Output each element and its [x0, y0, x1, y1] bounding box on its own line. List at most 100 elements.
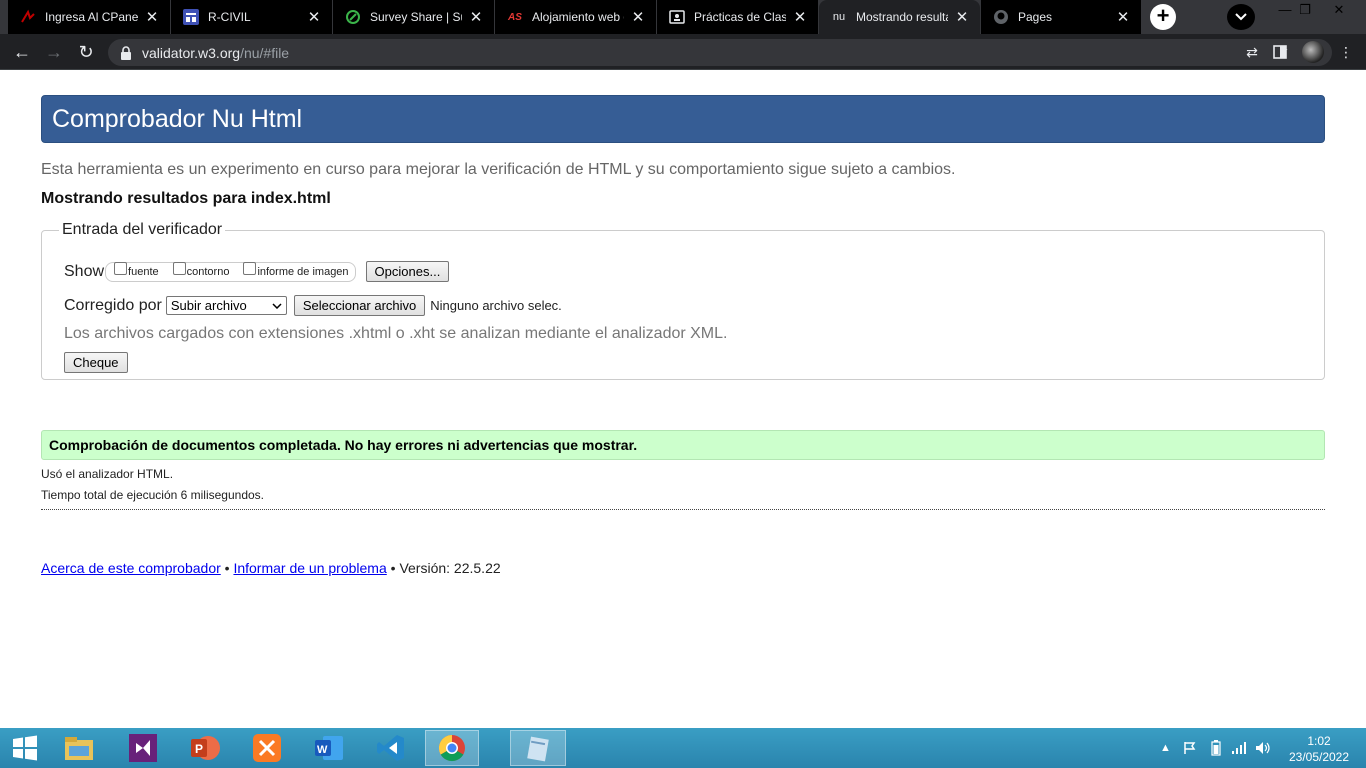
file-explorer-icon[interactable] [52, 730, 106, 766]
new-tab-button[interactable]: + [1150, 4, 1176, 30]
tab-title: Prácticas de Clase [694, 10, 786, 24]
intro-text: Esta herramienta es un experimento en cu… [41, 161, 956, 178]
tab-title: Ingresa Al CPanel [45, 10, 138, 24]
powerpoint-icon[interactable]: P [178, 730, 232, 766]
tab-survey-share[interactable]: Survey Share | Sur ✕ [333, 0, 494, 34]
browser-toolbar: ← → ↻ validator.w3.org/nu/#file ⇄ ⇪ ☆ ⋮ [0, 34, 1366, 70]
page-title: Comprobador Nu Html [41, 95, 1325, 143]
surveyshare-icon [345, 9, 361, 25]
vscode-icon[interactable] [364, 730, 418, 766]
separator: • [390, 560, 396, 576]
system-clock[interactable]: 1:02 23/05/2022 [1286, 733, 1352, 765]
close-window-icon[interactable]: ✕ [1322, 0, 1356, 20]
close-icon[interactable]: ✕ [954, 8, 970, 26]
tab-title: Survey Share | Sur [370, 10, 462, 24]
side-panel-icon[interactable] [1268, 40, 1292, 64]
tab-practicas[interactable]: Prácticas de Clase ✕ [657, 0, 818, 34]
choose-file-button[interactable]: Seleccionar archivo [293, 295, 426, 316]
results-heading: Mostrando resultados para index.html [41, 190, 331, 207]
tab-alojamiento[interactable]: AS Alojamiento web g ✕ [495, 0, 656, 34]
checkbox-label: contorno [186, 265, 230, 278]
parser-note: Usó el analizador HTML. [41, 467, 174, 481]
options-button[interactable]: Opciones... [365, 261, 450, 282]
select-value: Subir archivo [170, 298, 247, 313]
cpanel-icon [20, 9, 36, 25]
success-message: Comprobación de documentos completada. N… [41, 430, 1325, 460]
lock-icon [121, 45, 131, 60]
as-icon: AS [508, 11, 522, 23]
checkbox-informe-imagen[interactable] [243, 262, 257, 275]
clock-date: 23/05/2022 [1288, 750, 1350, 764]
close-icon[interactable]: ✕ [144, 8, 160, 26]
page-content: Comprobador Nu Html Esta herramienta es … [0, 71, 1366, 728]
word-icon[interactable]: W [302, 730, 356, 766]
show-hidden-icons[interactable]: ▲ [1160, 728, 1171, 768]
network-signal-icon[interactable] [1231, 728, 1247, 768]
back-arrow-icon[interactable]: ← [10, 40, 34, 64]
verifier-input-fieldset: Entrada del verificador Show fuente cont… [41, 221, 1325, 380]
svg-text:W: W [317, 744, 328, 756]
tab-title: Alojamiento web g [532, 10, 624, 24]
report-problem-link[interactable]: Informar de un problema [233, 560, 386, 576]
url-host: validator.w3.org [142, 44, 241, 61]
volume-icon[interactable] [1255, 728, 1271, 768]
close-icon[interactable]: ✕ [1115, 8, 1131, 26]
input-method-select[interactable]: Subir archivo [165, 296, 287, 315]
separator: • [224, 560, 230, 576]
restore-icon[interactable]: ❐ [1288, 0, 1322, 20]
check-row: Cheque [64, 352, 128, 373]
clock-time: 1:02 [1307, 734, 1331, 748]
show-row: Show fuente contorno informe de imagen O… [64, 261, 450, 282]
tab-title: Pages [1018, 10, 1053, 24]
taskbar: P W ▲ 1:02 23/05/2022 [0, 728, 1366, 768]
close-icon[interactable]: ✕ [306, 8, 322, 26]
close-icon[interactable]: ✕ [792, 8, 808, 26]
close-icon[interactable]: ✕ [468, 8, 484, 26]
checkbox-fuente[interactable] [114, 262, 128, 275]
show-label: Show [64, 262, 105, 280]
checked-by-label: Corregido por [64, 296, 162, 314]
profile-avatar[interactable] [1302, 41, 1324, 63]
forward-arrow-icon[interactable]: → [42, 40, 66, 64]
windows-start-icon[interactable] [0, 730, 50, 766]
tab-title: Mostrando resulta [856, 10, 948, 24]
timing-note: Tiempo total de ejecución 6 milisegundos… [41, 488, 265, 502]
xampp-icon[interactable] [240, 730, 294, 766]
checkbox-label: fuente [128, 265, 159, 278]
battery-icon[interactable] [1211, 728, 1221, 768]
action-center-flag-icon[interactable] [1183, 728, 1197, 768]
menu-kebab-icon[interactable]: ⋮ [1334, 40, 1358, 64]
checkbox-label: informe de imagen [257, 265, 349, 278]
classroom-icon [669, 9, 685, 25]
tab-r-civil[interactable]: R-CIVIL ✕ [171, 0, 332, 34]
tab-mostrando-resultados[interactable]: nu Mostrando resulta ✕ [819, 0, 980, 34]
nu-icon: nu [832, 11, 846, 23]
tab-strip: Ingresa Al CPanel ✕ R-CIVIL ✕ Survey Sha… [0, 0, 1366, 34]
url-path: /nu/#file [240, 44, 290, 61]
svg-text:P: P [195, 742, 203, 756]
tab-pages[interactable]: Pages ✕ [981, 0, 1141, 34]
checkbox-contorno[interactable] [172, 262, 186, 275]
tab-search-button[interactable] [1227, 4, 1255, 30]
about-link[interactable]: Acerca de este comprobador [41, 560, 221, 576]
divider [41, 509, 1325, 510]
visual-studio-icon[interactable] [116, 730, 170, 766]
reload-icon[interactable]: ↻ [74, 40, 98, 64]
version-text: Versión: 22.5.22 [399, 560, 501, 576]
tab-title: R-CIVIL [208, 10, 251, 24]
fieldset-legend: Entrada del verificador [62, 221, 223, 238]
notepad-icon[interactable] [510, 730, 566, 766]
chevron-down-icon [272, 302, 282, 309]
close-icon[interactable]: ✕ [630, 8, 646, 26]
form-icon [183, 9, 199, 25]
chrome-icon[interactable] [425, 730, 479, 766]
footer: Acerca de este comprobador • Informar de… [41, 560, 501, 576]
xml-hint: Los archivos cargados con extensiones .x… [64, 325, 728, 342]
address-bar[interactable]: validator.w3.org/nu/#file ⇄ ⇪ ☆ [108, 39, 1332, 66]
tab-cpanel[interactable]: Ingresa Al CPanel ✕ [8, 0, 170, 34]
translate-icon[interactable]: ⇄ [1236, 44, 1268, 61]
checked-by-row: Corregido por Subir archivo Seleccionar … [64, 295, 562, 316]
show-options-group: fuente contorno informe de imagen [105, 261, 356, 282]
github-icon [993, 9, 1009, 25]
check-button[interactable]: Cheque [64, 352, 128, 373]
